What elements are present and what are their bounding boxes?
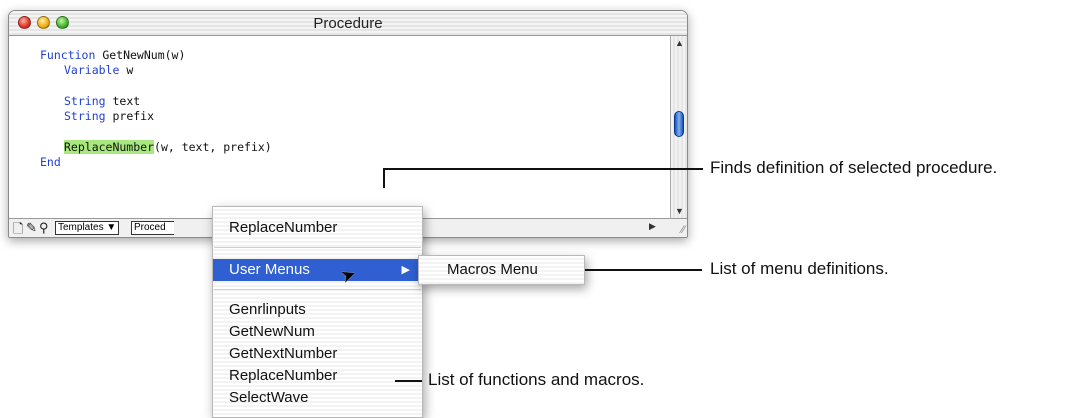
- code-line: String text: [64, 94, 140, 108]
- code-line: String prefix: [64, 109, 154, 123]
- callout-functions-macros: List of functions and macros.: [428, 370, 645, 389]
- magnifier-icon[interactable]: ⚲: [39, 220, 49, 236]
- menu-item-function[interactable]: SelectWave: [213, 387, 422, 409]
- callout-finds-definition: Finds definition of selected procedure.: [710, 158, 998, 177]
- menu-item-function[interactable]: ReplaceNumber: [213, 365, 422, 387]
- code-line: Variable w: [64, 63, 133, 77]
- code-text: w: [119, 63, 134, 77]
- callout-line: [383, 168, 703, 170]
- scroll-down-icon[interactable]: ▼: [675, 206, 684, 216]
- menu-item-function[interactable]: Genrlinputs: [213, 299, 422, 321]
- templates-popup-button[interactable]: Templates ▼: [55, 221, 120, 235]
- menu-item-label: User Menus: [229, 261, 310, 278]
- menu-separator: [214, 289, 421, 290]
- scroll-up-icon[interactable]: ▲: [675, 38, 684, 48]
- code-text: prefix: [105, 109, 155, 123]
- callout-line: [585, 269, 702, 271]
- code-keyword: Variable: [64, 63, 120, 77]
- menu-item-replacenumber-definition[interactable]: ReplaceNumber: [213, 217, 422, 239]
- resize-grip-icon[interactable]: ⁄⁄: [681, 224, 685, 236]
- code-line: End: [40, 155, 61, 169]
- procedure-popup-button[interactable]: Proced: [131, 221, 174, 235]
- scroll-right-icon[interactable]: ▶: [649, 221, 656, 232]
- menu-item-user-menus[interactable]: User Menus ▶: [213, 259, 422, 281]
- code-keyword: String: [64, 109, 106, 123]
- procedure-popup-menu: ReplaceNumber User Menus ▶ ➤ Genrlinputs…: [212, 206, 423, 418]
- title-bar[interactable]: Procedure: [9, 11, 687, 36]
- code-keyword: String: [64, 94, 106, 108]
- selected-procedure-name[interactable]: ReplaceNumber: [64, 140, 155, 154]
- code-editor[interactable]: Function GetNewNum(w) Variable w String …: [9, 36, 670, 218]
- code-text: (w, text, prefix): [154, 140, 272, 154]
- submenu-arrow-icon: ▶: [401, 264, 410, 276]
- vertical-scrollbar[interactable]: ▲ ▼: [670, 36, 687, 218]
- code-text: GetNewNum(w): [95, 48, 186, 62]
- menu-item-function[interactable]: GetNextNumber: [213, 343, 422, 365]
- procedure-window: Procedure Function GetNewNum(w) Variable…: [8, 10, 688, 238]
- code-line: Function GetNewNum(w): [40, 48, 185, 62]
- code-text: text: [105, 94, 141, 108]
- code-keyword: Function: [40, 48, 96, 62]
- callout-line: [395, 380, 422, 382]
- menu-item-macros-menu[interactable]: Macros Menu: [419, 259, 584, 281]
- callout-menu-definitions: List of menu definitions.: [710, 259, 889, 278]
- scroll-thumb[interactable]: [674, 111, 684, 137]
- user-menus-submenu: Macros Menu: [418, 255, 585, 285]
- code-line: ReplaceNumber(w, text, prefix): [64, 140, 272, 154]
- callout-line: [383, 168, 385, 188]
- pencil-icon[interactable]: ✎: [26, 220, 37, 236]
- window-title: Procedure: [313, 15, 383, 32]
- document-icon[interactable]: 🗋: [13, 220, 23, 237]
- code-keyword: End: [40, 155, 61, 169]
- menu-item-function[interactable]: GetNewNum: [213, 321, 422, 343]
- menu-separator: [214, 247, 421, 248]
